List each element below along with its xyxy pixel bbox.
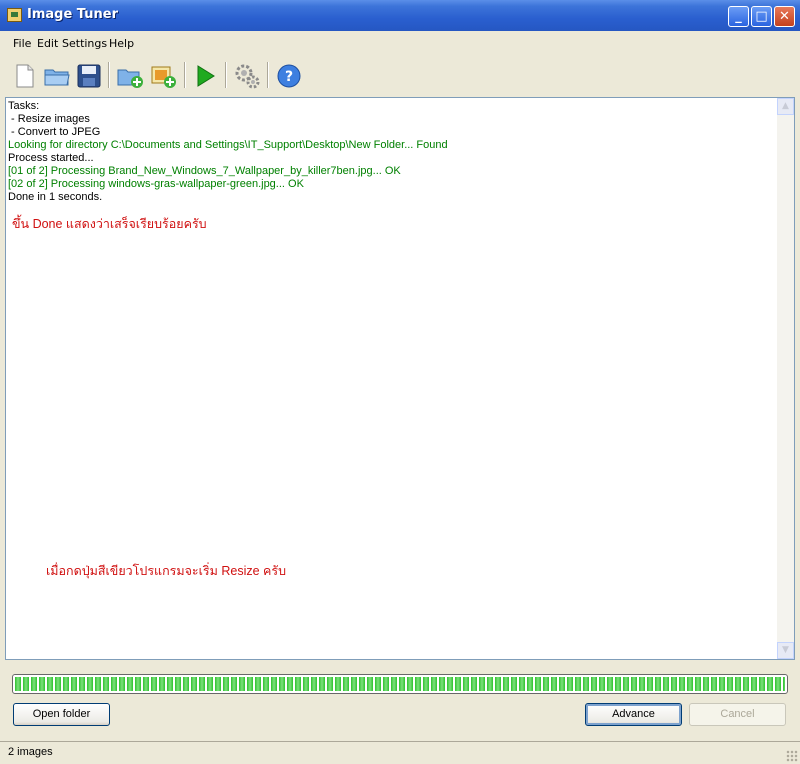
svg-text:?: ? [285,69,293,85]
menu-file[interactable]: File [13,37,31,50]
maximize-button[interactable]: □ [751,6,772,27]
scroll-down-button[interactable]: ▼ [777,642,794,659]
window-title: Image Tuner [27,7,118,22]
toolbar-separator [184,62,186,88]
menu-bar: File Edit Settings Help [0,31,800,55]
minimize-button[interactable]: _ [728,6,749,27]
play-icon[interactable] [191,62,219,90]
add-image-icon[interactable] [149,62,177,90]
open-folder-button[interactable]: Open folder [13,703,110,726]
log-line: - Convert to JPEG [8,126,101,138]
cancel-button[interactable]: Cancel [689,703,786,726]
green-button-annotation: เมื่อกดปุ่มสีเขียวโปรแกรมจะเริ่ม Resize … [46,564,287,578]
menu-help[interactable]: Help [109,37,134,50]
scroll-up-button[interactable]: ▲ [777,98,794,115]
vertical-scrollbar[interactable]: ▲ ▼ [777,98,794,659]
progress-bar [12,674,788,694]
image-tuner-window: Image Tuner _ □ ✕ File Edit Settings Hel… [0,0,800,764]
toolbar-separator [108,62,110,88]
toolbar-separator [267,62,269,88]
done-annotation: ขึ้น Done แสดงว่าเสร็จเรียบร้อยครับ [12,217,207,231]
log-line: - Resize images [8,113,90,125]
advance-button[interactable]: Advance [585,703,682,726]
log-line: [02 of 2] Processing windows-gras-wallpa… [8,178,304,190]
log-line: Tasks: [8,100,40,112]
log-output[interactable]: Tasks: - Resize images - Convert to JPEG… [5,97,795,660]
up-arrow-icon: ▲ [782,101,789,111]
down-arrow-icon: ▼ [782,645,789,655]
minimize-icon: _ [735,9,742,24]
toolbar: ? [0,56,800,96]
close-button[interactable]: ✕ [774,6,795,27]
save-icon[interactable] [75,62,103,90]
progress-fill [15,677,785,691]
log-line: Done in 1 seconds. [8,191,103,203]
toolbar-separator [225,62,227,88]
status-bar: 2 images [0,741,800,764]
menu-settings[interactable]: Settings [62,37,107,50]
log-line: Process started... [8,152,94,164]
new-file-icon[interactable] [11,62,39,90]
settings-gear-icon[interactable] [233,62,261,90]
help-icon[interactable]: ? [275,62,303,90]
resize-grip[interactable] [786,750,798,762]
log-line: [01 of 2] Processing Brand_New_Windows_7… [8,165,401,177]
app-icon [7,8,22,22]
close-icon: ✕ [779,9,790,24]
log-line: Looking for directory C:\Documents and S… [8,139,448,151]
open-folder-icon[interactable] [43,62,71,90]
status-text: 2 images [8,746,53,758]
maximize-icon: □ [755,9,768,24]
title-bar[interactable]: Image Tuner _ □ ✕ [0,0,800,31]
log-lines: Tasks: - Resize images - Convert to JPEG… [8,100,448,204]
add-folder-icon[interactable] [116,62,144,90]
menu-edit[interactable]: Edit [37,37,58,50]
